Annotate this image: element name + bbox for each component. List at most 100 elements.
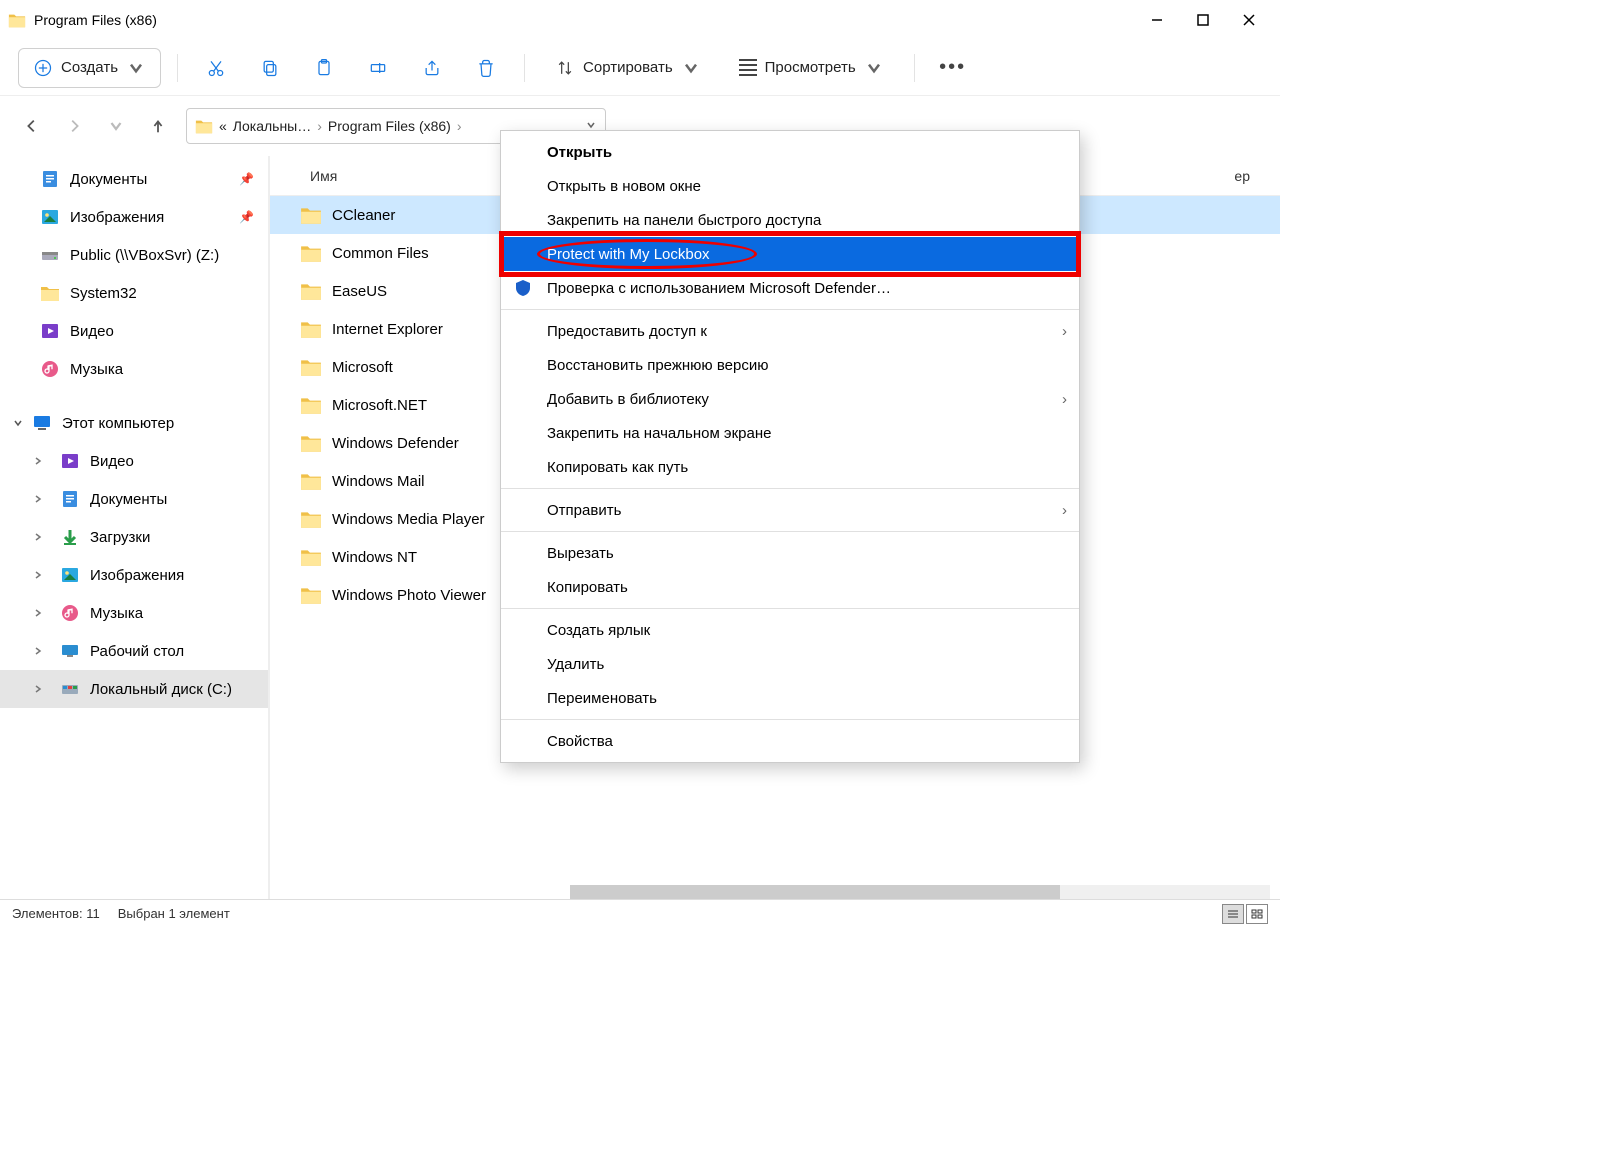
sidebar-quick-item[interactable]: Public (\\VBoxSvr) (Z:) xyxy=(0,236,268,274)
sidebar-item-label: Загрузки xyxy=(90,529,150,546)
new-button[interactable]: Создать xyxy=(18,48,161,88)
rename-button[interactable] xyxy=(356,48,400,88)
window-title: Program Files (x86) xyxy=(34,12,1134,28)
highlight-box-wrap: Protect with My Lockbox xyxy=(501,237,1079,271)
sidebar-item-label: Public (\\VBoxSvr) (Z:) xyxy=(70,247,219,264)
more-button[interactable]: ••• xyxy=(931,48,975,88)
context-menu: ОткрытьОткрыть в новом окне Закрепить на … xyxy=(500,130,1080,763)
column-name[interactable]: Имя xyxy=(310,168,337,184)
collapse-icon[interactable] xyxy=(10,415,26,431)
toolbar: Создать Сортировать Просмотреть ••• xyxy=(0,40,1280,96)
file-name: Windows Media Player xyxy=(332,511,485,528)
context-menu-item[interactable]: Копировать xyxy=(501,570,1079,604)
context-item-label: Создать ярлык xyxy=(547,622,650,639)
context-menu-item[interactable]: Закрепить на начальном экране xyxy=(501,416,1079,450)
sidebar-item-label: Видео xyxy=(70,323,114,340)
video-icon xyxy=(40,321,60,341)
context-menu-item[interactable]: Создать ярлык xyxy=(501,613,1079,647)
context-menu-item[interactable]: Отправить› xyxy=(501,493,1079,527)
sidebar-tree-item[interactable]: Локальный диск (C:) xyxy=(0,670,268,708)
context-menu-item[interactable]: Восстановить прежнюю версию xyxy=(501,348,1079,382)
expand-icon[interactable] xyxy=(30,491,46,507)
context-menu-item[interactable]: Свойства xyxy=(501,724,1079,758)
context-item-label: Добавить в библиотеку xyxy=(547,391,709,408)
sidebar-tree-item[interactable]: Загрузки xyxy=(0,518,268,556)
context-item-label: Удалить xyxy=(547,656,604,673)
expand-icon[interactable] xyxy=(30,681,46,697)
context-menu-item[interactable]: Закрепить на панели быстрого доступа xyxy=(501,203,1079,237)
up-button[interactable] xyxy=(144,112,172,140)
sidebar-item-label: Музыка xyxy=(90,605,143,622)
expand-icon[interactable] xyxy=(30,567,46,583)
sidebar-quick-item[interactable]: Видео xyxy=(0,312,268,350)
img-icon xyxy=(40,207,60,227)
sidebar-tree-item[interactable]: Документы xyxy=(0,480,268,518)
delete-button[interactable] xyxy=(464,48,508,88)
close-button[interactable] xyxy=(1226,0,1272,40)
maximize-button[interactable] xyxy=(1180,0,1226,40)
music-icon xyxy=(60,603,80,623)
context-menu-item[interactable]: Предоставить доступ к› xyxy=(501,314,1079,348)
sidebar-tree-item[interactable]: Рабочий стол xyxy=(0,632,268,670)
expand-icon[interactable] xyxy=(30,605,46,621)
breadcrumb-separator: › xyxy=(317,118,322,134)
expand-icon[interactable] xyxy=(30,529,46,545)
cdrive-icon xyxy=(60,679,80,699)
context-item-label: Предоставить доступ к xyxy=(547,323,707,340)
sidebar-quick-item[interactable]: Музыка xyxy=(0,350,268,388)
desk-icon xyxy=(60,641,80,661)
expand-icon[interactable] xyxy=(30,453,46,469)
sidebar-item-label: Локальный диск (C:) xyxy=(90,681,232,698)
context-menu-item[interactable]: Открыть xyxy=(501,135,1079,169)
back-button[interactable] xyxy=(18,112,46,140)
sidebar-tree-item[interactable]: Видео xyxy=(0,442,268,480)
file-name: Common Files xyxy=(332,245,429,262)
breadcrumb-prefix: « xyxy=(219,118,227,134)
sidebar-tree-item[interactable]: Музыка xyxy=(0,594,268,632)
breadcrumb-segment[interactable]: Локальны… xyxy=(233,118,311,134)
context-item-label: Закрепить на панели быстрого доступа xyxy=(547,212,821,229)
context-menu-item[interactable]: Переименовать xyxy=(501,681,1079,715)
share-button[interactable] xyxy=(410,48,454,88)
sidebar-quick-item[interactable]: System32 xyxy=(0,274,268,312)
context-menu-item[interactable]: Вырезать xyxy=(501,536,1079,570)
copy-button[interactable] xyxy=(248,48,292,88)
forward-button[interactable] xyxy=(60,112,88,140)
sidebar-quick-item[interactable]: Изображения📌 xyxy=(0,198,268,236)
context-menu-item[interactable]: Protect with My Lockbox xyxy=(501,237,1079,271)
sidebar-quick-item[interactable]: Документы📌 xyxy=(0,160,268,198)
file-name: Windows Photo Viewer xyxy=(332,587,486,604)
context-separator xyxy=(501,719,1079,720)
navigation-pane: Документы📌Изображения📌Public (\\VBoxSvr)… xyxy=(0,156,270,899)
recent-button[interactable] xyxy=(102,112,130,140)
cut-button[interactable] xyxy=(194,48,238,88)
thumbnails-view-button[interactable] xyxy=(1246,904,1268,924)
selection-count: Выбран 1 элемент xyxy=(118,906,230,921)
doc-icon xyxy=(40,169,60,189)
context-menu-item[interactable]: Проверка с использованием Microsoft Defe… xyxy=(501,271,1079,305)
context-item-label: Проверка с использованием Microsoft Defe… xyxy=(547,280,891,297)
sort-button[interactable]: Сортировать xyxy=(541,48,715,88)
pin-icon: 📌 xyxy=(239,172,254,186)
expand-icon[interactable] xyxy=(30,643,46,659)
context-menu-item[interactable]: Открыть в новом окне xyxy=(501,169,1079,203)
sidebar-item-label: Изображения xyxy=(70,209,164,226)
paste-button[interactable] xyxy=(302,48,346,88)
folder-icon xyxy=(300,394,322,416)
context-item-label: Переименовать xyxy=(547,690,657,707)
context-menu-item[interactable]: Удалить xyxy=(501,647,1079,681)
view-button[interactable]: Просмотреть xyxy=(725,48,898,88)
breadcrumb-segment[interactable]: Program Files (x86) xyxy=(328,118,451,134)
doc-icon xyxy=(60,489,80,509)
sidebar-this-pc[interactable]: Этот компьютер xyxy=(0,404,268,442)
drive-icon xyxy=(40,245,60,265)
context-menu-item[interactable]: Копировать как путь xyxy=(501,450,1079,484)
horizontal-scrollbar[interactable] xyxy=(570,885,1270,899)
sidebar-tree-item[interactable]: Изображения xyxy=(0,556,268,594)
minimize-button[interactable] xyxy=(1134,0,1180,40)
file-name: EaseUS xyxy=(332,283,387,300)
context-menu-item[interactable]: Добавить в библиотеку› xyxy=(501,382,1079,416)
address-folder-icon xyxy=(195,117,213,135)
details-view-button[interactable] xyxy=(1222,904,1244,924)
folder-icon xyxy=(300,584,322,606)
